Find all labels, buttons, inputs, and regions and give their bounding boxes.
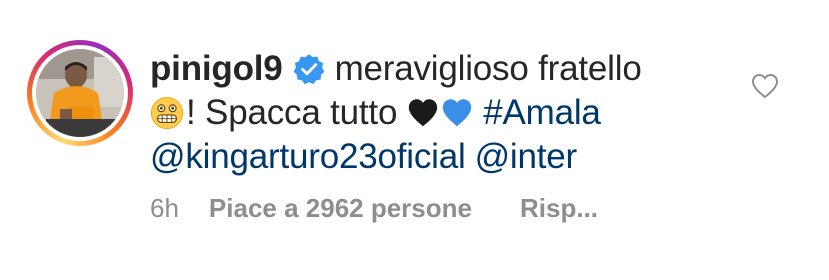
- mention-link-kingarturo23oficial[interactable]: @kingarturo23oficial: [150, 135, 466, 179]
- comment-text: pinigol9 meraviglioso fratello ! Spacca …: [150, 47, 710, 179]
- blue-heart-emoji: [440, 96, 474, 130]
- avatar-ring-gap: [32, 45, 128, 141]
- comment-item: pinigol9 meraviglioso fratello ! Spacca …: [0, 0, 829, 280]
- comment-timestamp: 6h: [150, 193, 179, 223]
- grimacing-face-emoji: [150, 96, 184, 130]
- likes-count-link[interactable]: Piace a 2962 persone: [209, 193, 472, 224]
- comment-line-2: ! Spacca tutto #Amala: [150, 91, 710, 135]
- comment-line-3: @kingarturo23oficial @inter: [150, 135, 710, 179]
- reply-button[interactable]: Risp...: [520, 193, 598, 224]
- comment-meta: 6h Piace a 2962 persone Risp...: [150, 193, 598, 224]
- black-heart-emoji: [406, 96, 440, 130]
- mention-link-inter[interactable]: @inter: [475, 135, 578, 179]
- avatar-story-ring[interactable]: [27, 40, 133, 146]
- comment-text-part-1: meraviglioso fratello: [334, 49, 642, 88]
- username-link[interactable]: pinigol9: [150, 47, 283, 91]
- verified-badge-icon: [293, 53, 325, 85]
- comment-line-1: pinigol9 meraviglioso fratello: [150, 47, 710, 91]
- comment-text-part-2: ! Spacca tutto: [186, 93, 398, 132]
- avatar[interactable]: [36, 49, 124, 137]
- hashtag-link[interactable]: #Amala: [483, 91, 601, 135]
- heart-outline-icon[interactable]: [751, 73, 779, 99]
